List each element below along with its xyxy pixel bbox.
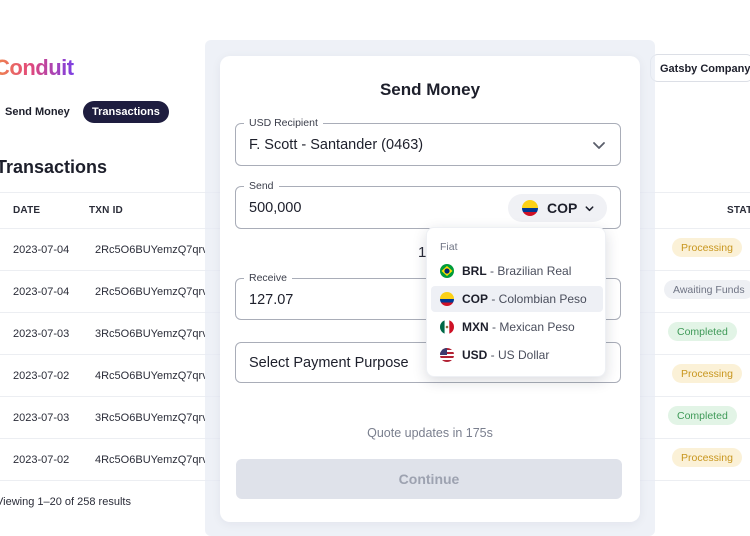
status-badge: Awaiting Funds: [664, 280, 750, 299]
status-badge: Processing: [672, 364, 742, 383]
conduit-logo[interactable]: Conduit: [0, 55, 74, 81]
receive-label: Receive: [244, 272, 292, 284]
option-code: BRL: [462, 264, 487, 278]
currency-option-brl[interactable]: BRL - Brazilian Real: [431, 258, 603, 284]
chevron-down-icon: [593, 142, 605, 149]
currency-dropdown: Fiat BRL - Brazilian Real COP - Colombia…: [426, 227, 606, 377]
row-date: 2023-07-04: [13, 244, 70, 256]
status-badge: Processing: [672, 448, 742, 467]
send-amount-value[interactable]: 500,000: [249, 200, 301, 216]
send-amount-field[interactable]: Send 500,000 COP: [235, 180, 621, 229]
column-header-txn-id[interactable]: TXN ID: [89, 205, 123, 216]
row-date: 2023-07-03: [13, 412, 70, 424]
currency-code: COP: [547, 200, 578, 216]
option-name: - Brazilian Real: [486, 264, 572, 278]
row-txn-id: 4Rc5O6BUYemzQ7qrvy: [95, 454, 205, 466]
status-badge: Completed: [668, 322, 737, 341]
receive-amount-value[interactable]: 127.07: [249, 292, 293, 308]
row-txn-id: 3Rc5O6BUYemzQ7qrvy: [95, 328, 205, 340]
nav-transactions[interactable]: Transactions: [83, 101, 169, 123]
dropdown-group-label: Fiat: [440, 241, 458, 253]
co-flag-icon: [522, 200, 538, 216]
option-code: USD: [462, 348, 488, 362]
chevron-down-icon: [585, 206, 594, 212]
co-flag-icon: [440, 292, 454, 306]
row-date: 2023-07-04: [13, 286, 70, 298]
recipient-label: USD Recipient: [244, 117, 323, 129]
option-name: - Mexican Peso: [488, 320, 575, 334]
recipient-value: F. Scott - Santander (0463): [249, 137, 424, 153]
currency-selector[interactable]: COP: [508, 194, 607, 222]
currency-option-mxn[interactable]: MXN - Mexican Peso: [431, 314, 603, 340]
modal-title: Send Money: [379, 80, 481, 99]
option-name: - US Dollar: [487, 348, 550, 362]
currency-option-usd[interactable]: USD - US Dollar: [431, 342, 603, 368]
row-date: 2023-07-02: [13, 454, 70, 466]
currency-option-cop[interactable]: COP - Colombian Peso: [431, 286, 603, 312]
row-txn-id: 2Rc5O6BUYemzQ7qrvy: [95, 286, 205, 298]
option-code: COP: [462, 292, 489, 306]
row-date: 2023-07-03: [13, 328, 70, 340]
quote-timer: Quote updates in 175s: [367, 426, 493, 440]
recipient-select[interactable]: USD Recipient F. Scott - Santander (0463…: [235, 117, 621, 166]
br-flag-icon: [440, 264, 454, 278]
send-label: Send: [244, 180, 279, 192]
row-txn-id: 4Rc5O6BUYemzQ7qrvy: [95, 370, 205, 382]
option-name: - Colombian Peso: [488, 292, 587, 306]
page-title: Transactions: [0, 157, 108, 177]
nav-send-money[interactable]: Send Money: [0, 101, 79, 123]
company-selector[interactable]: Gatsby Company: [650, 54, 750, 82]
column-header-date[interactable]: DATE: [13, 205, 40, 216]
us-flag-icon: [440, 348, 454, 362]
column-header-status[interactable]: STAT: [727, 205, 750, 216]
row-txn-id: 2Rc5O6BUYemzQ7qrvy: [95, 244, 205, 256]
status-badge: Processing: [672, 238, 742, 257]
status-badge: Completed: [668, 406, 737, 425]
pagination-summary: Viewing 1–20 of 258 results: [0, 496, 131, 508]
continue-button[interactable]: Continue: [236, 459, 622, 499]
payment-purpose-placeholder: Select Payment Purpose: [249, 355, 409, 371]
row-txn-id: 3Rc5O6BUYemzQ7qrvy: [95, 412, 205, 424]
mx-flag-icon: [440, 320, 454, 334]
row-date: 2023-07-02: [13, 370, 70, 382]
option-code: MXN: [462, 320, 489, 334]
